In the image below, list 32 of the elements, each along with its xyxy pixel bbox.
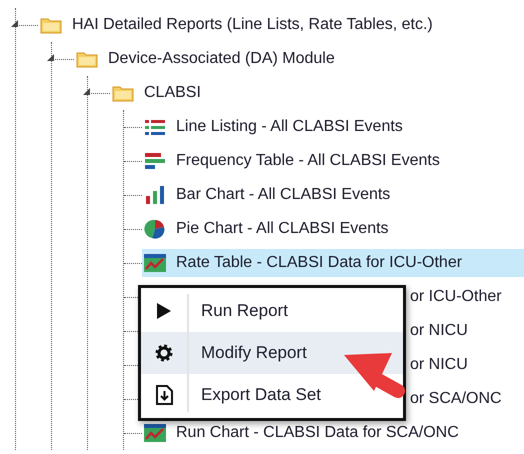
download-icon bbox=[155, 385, 173, 405]
collapse-icon[interactable] bbox=[83, 86, 91, 96]
play-icon bbox=[156, 302, 172, 320]
collapse-icon[interactable] bbox=[47, 52, 55, 62]
tree-item[interactable]: CLABSI bbox=[110, 79, 524, 107]
folder-icon bbox=[40, 16, 62, 34]
pointer-arrow bbox=[344, 353, 405, 398]
tree-item[interactable]: Line Listing - All CLABSI Events bbox=[142, 113, 524, 141]
tree-item[interactable]: Rate Table - CLABSI Data for ICU-Other bbox=[142, 249, 524, 277]
tree-item[interactable]: Run Chart - CLABSI Data for SCA/ONC bbox=[142, 419, 524, 447]
tree-item[interactable]: Pie Chart - All CLABSI Events bbox=[142, 215, 524, 243]
bar-chart-icon bbox=[144, 186, 166, 204]
tree-item[interactable]: Device-Associated (DA) Module bbox=[74, 45, 524, 73]
tree-item-label: or NICU bbox=[410, 322, 468, 340]
tree-item-label: or NICU bbox=[410, 356, 468, 374]
tree-item-label: or SCA/ONC bbox=[410, 390, 502, 408]
line-chart-icon bbox=[144, 424, 166, 442]
folder-icon bbox=[76, 50, 98, 68]
collapse-icon[interactable] bbox=[11, 18, 19, 28]
menu-item[interactable]: Run Report bbox=[141, 290, 403, 332]
menu-item[interactable]: Modify Report bbox=[141, 332, 403, 374]
bar-lines-icon bbox=[144, 152, 166, 170]
list-icon bbox=[144, 118, 166, 136]
line-chart-icon bbox=[144, 254, 166, 272]
gear-icon bbox=[155, 344, 173, 362]
pie-chart-icon bbox=[144, 219, 166, 239]
tree-item[interactable]: Frequency Table - All CLABSI Events bbox=[142, 147, 524, 175]
tree-item[interactable]: Bar Chart - All CLABSI Events bbox=[142, 181, 524, 209]
folder-icon bbox=[112, 84, 134, 102]
tree-item-label: or ICU-Other bbox=[410, 288, 502, 306]
menu-item[interactable]: Export Data Set bbox=[141, 374, 403, 416]
tree-item[interactable]: HAI Detailed Reports (Line Lists, Rate Tables, etc.) bbox=[38, 11, 524, 39]
